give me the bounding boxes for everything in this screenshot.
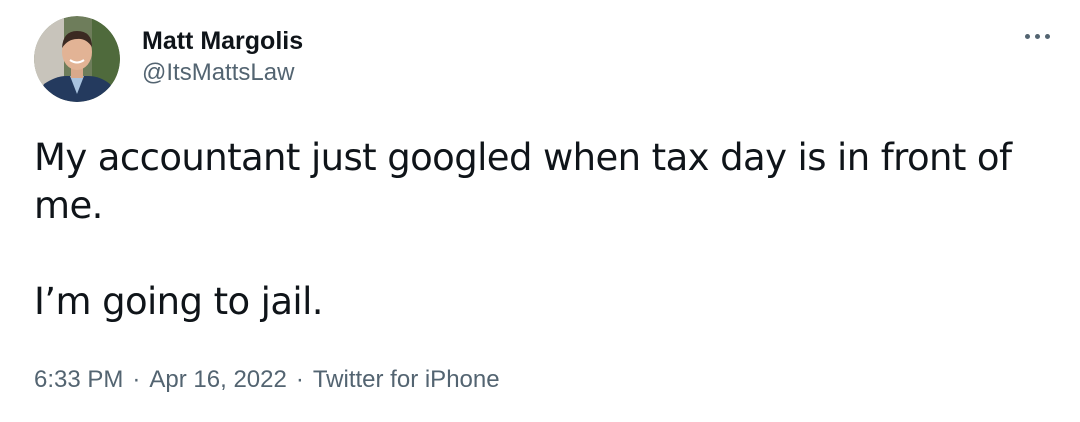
more-horizontal-icon [1025, 34, 1030, 39]
tweet-card: Matt Margolis @ItsMattsLaw My accountant… [0, 0, 1080, 422]
tweet-time[interactable]: 6:33 PM [34, 366, 123, 393]
meta-separator: · [132, 366, 141, 393]
more-horizontal-icon-dot [1045, 34, 1050, 39]
tweet-meta: 6:33 PM · Apr 16, 2022 · Twitter for iPhone [34, 364, 500, 396]
author-names: Matt Margolis @ItsMattsLaw [142, 26, 303, 88]
tweet-text-line: My accountant just googled when tax day … [34, 136, 1012, 227]
author-handle[interactable]: @ItsMattsLaw [142, 58, 303, 88]
tweet-text: My accountant just googled when tax day … [34, 134, 1044, 326]
more-options-button[interactable] [1025, 34, 1050, 39]
avatar[interactable] [34, 16, 120, 102]
tweet-source[interactable]: Twitter for iPhone [313, 366, 500, 393]
author-display-name[interactable]: Matt Margolis [142, 26, 303, 56]
avatar-photo [34, 16, 120, 102]
meta-separator: · [295, 366, 304, 393]
tweet-date[interactable]: Apr 16, 2022 [149, 366, 286, 393]
tweet-header: Matt Margolis @ItsMattsLaw [34, 16, 303, 102]
more-horizontal-icon-dot [1035, 34, 1040, 39]
tweet-text-line: I’m going to jail. [34, 280, 324, 323]
